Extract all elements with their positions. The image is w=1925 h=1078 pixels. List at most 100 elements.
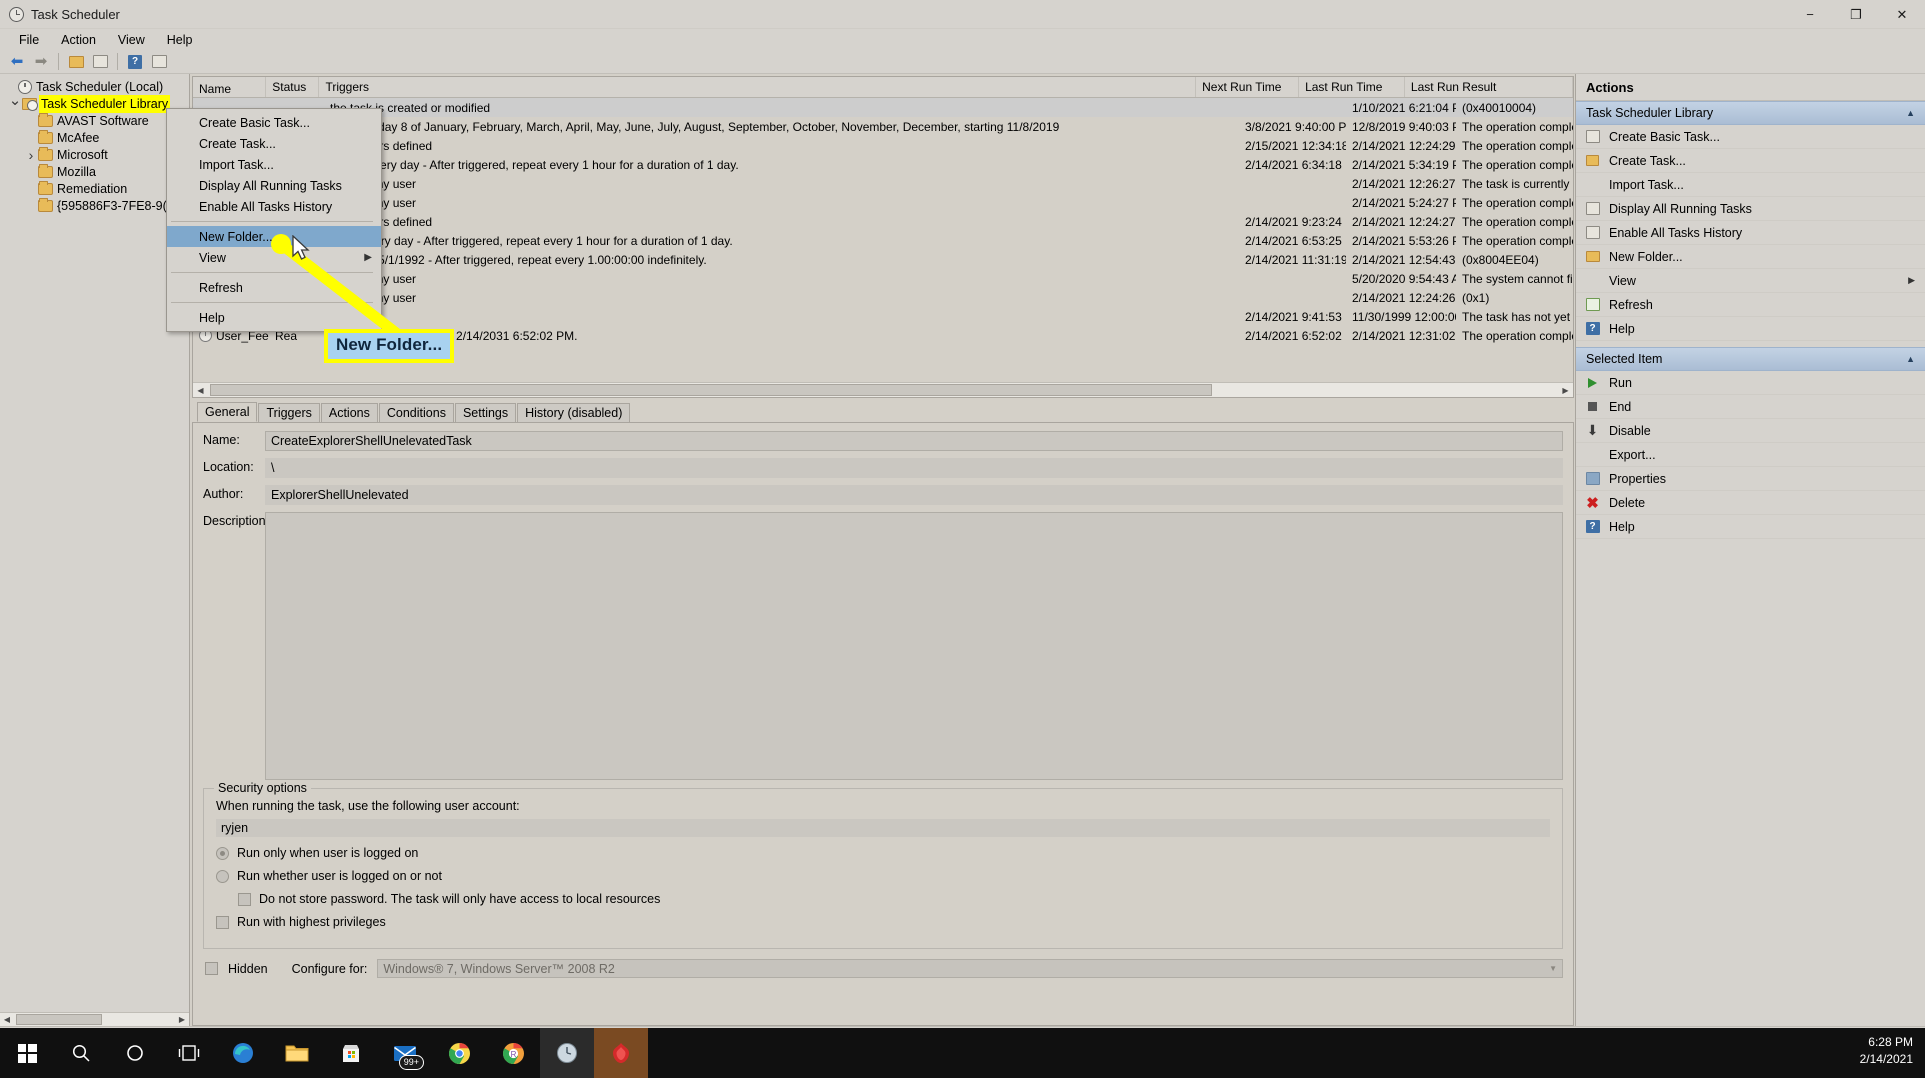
context-menu-item-refresh[interactable]: Refresh — [167, 277, 381, 298]
tree-item-task-scheduler-local[interactable]: Task Scheduler (Local) — [0, 78, 189, 95]
menu-view[interactable]: View — [107, 31, 156, 49]
tree-item-mcafee[interactable]: McAfee — [0, 129, 189, 146]
table-row[interactable]: day 2/14/2021 9:41:53 PM 11/30/1999 12:00:… — [193, 307, 1573, 326]
scroll-left-icon[interactable]: ◀ — [193, 386, 208, 395]
column-header-status[interactable]: Status — [266, 77, 320, 97]
column-header-last-run-result[interactable]: Last Run Result — [1405, 77, 1573, 97]
table-row[interactable]: g on of any user 5/20/2020 9:54:43 AM The … — [193, 269, 1573, 288]
minimize-button[interactable]: − — [1787, 0, 1833, 29]
action-refresh[interactable]: Refresh — [1576, 293, 1925, 317]
tree-horizontal-scrollbar[interactable]: ◀ ▶ — [0, 1012, 189, 1026]
tab-history[interactable]: History (disabled) — [517, 403, 631, 422]
tab-conditions[interactable]: Conditions — [378, 403, 454, 422]
context-menu-item-enable-all-tasks-history[interactable]: Enable All Tasks History — [167, 196, 381, 217]
actions-section-header-library[interactable]: Task Scheduler Library ▲ — [1576, 101, 1925, 125]
scroll-thumb[interactable] — [16, 1014, 102, 1025]
action-export[interactable]: Export... — [1576, 443, 1925, 467]
actions-section-header-selected-item[interactable]: Selected Item ▲ — [1576, 347, 1925, 371]
chevron-up-icon[interactable]: ▲ — [1906, 354, 1915, 364]
context-menu-item-create-basic-task[interactable]: Create Basic Task... — [167, 112, 381, 133]
app-icon[interactable] — [594, 1028, 648, 1078]
show-hide-action-pane-icon[interactable] — [147, 51, 171, 73]
table-row[interactable]: ple triggers defined 2/15/2021 12:34:18 A… — [193, 136, 1573, 155]
close-button[interactable]: ✕ — [1879, 0, 1925, 29]
action-enable-all-tasks-history[interactable]: Enable All Tasks History — [1576, 221, 1925, 245]
name-field[interactable]: CreateExplorerShellUnelevatedTask — [265, 431, 1563, 451]
option-run-whether-logged-on[interactable]: Run whether user is logged on or not — [216, 869, 1550, 883]
edge-icon[interactable] — [216, 1028, 270, 1078]
file-explorer-icon[interactable] — [270, 1028, 324, 1078]
mail-icon[interactable]: 99+ — [378, 1028, 432, 1078]
context-menu-item-display-all-running-tasks[interactable]: Display All Running Tasks — [167, 175, 381, 196]
action-import-task[interactable]: Import Task... — [1576, 173, 1925, 197]
back-arrow-icon[interactable]: ⬅ — [5, 51, 29, 73]
microsoft-store-icon[interactable] — [324, 1028, 378, 1078]
radio-icon[interactable] — [216, 846, 229, 860]
action-help-selected[interactable]: ? Help — [1576, 515, 1925, 539]
radio-icon[interactable] — [216, 869, 229, 883]
option-do-not-store-password[interactable]: Do not store password. The task will onl… — [238, 892, 1550, 906]
action-create-basic-task[interactable]: Create Basic Task... — [1576, 125, 1925, 149]
tree-item-task-scheduler-library[interactable]: Task Scheduler Library — [0, 94, 189, 113]
start-icon[interactable] — [0, 1028, 54, 1078]
column-header-next-run-time[interactable]: Next Run Time — [1196, 77, 1300, 97]
option-run-highest-privileges[interactable]: Run with highest privileges — [216, 915, 1550, 929]
table-row[interactable]: 0 PM on day 8 of January, February, Marc… — [193, 117, 1573, 136]
task-scheduler-icon[interactable] — [540, 1028, 594, 1078]
maximize-button[interactable]: ❐ — [1833, 0, 1879, 29]
action-properties[interactable]: Properties — [1576, 467, 1925, 491]
action-disable[interactable]: ⬇ Disable — [1576, 419, 1925, 443]
table-row[interactable]: 0 PM on 5/1/1992 - After triggered, repe… — [193, 250, 1573, 269]
action-new-folder[interactable]: New Folder... — [1576, 245, 1925, 269]
menu-file[interactable]: File — [8, 31, 50, 49]
tree-item-mozilla[interactable]: Mozilla — [0, 163, 189, 180]
description-field[interactable] — [265, 512, 1563, 780]
hidden-checkbox[interactable] — [205, 962, 218, 975]
taskbar-clock[interactable]: 6:28 PM 2/14/2021 — [1860, 1034, 1913, 1068]
table-row[interactable]: g on of any user 2/14/2021 5:24:27 PM The … — [193, 193, 1573, 212]
column-header-name[interactable]: Name — [193, 77, 267, 97]
table-row[interactable]: g on of any user 2/14/2021 12:24:26 PM (0x… — [193, 288, 1573, 307]
chrome-beta-icon[interactable]: R — [486, 1028, 540, 1078]
context-menu-item-create-task[interactable]: Create Task... — [167, 133, 381, 154]
tree-item-remediation[interactable]: Remediation — [0, 180, 189, 197]
up-folder-icon[interactable] — [64, 51, 88, 73]
action-display-all-running-tasks[interactable]: Display All Running Tasks — [1576, 197, 1925, 221]
tab-actions[interactable]: Actions — [320, 403, 378, 422]
cortana-icon[interactable] — [108, 1028, 162, 1078]
action-end[interactable]: End — [1576, 395, 1925, 419]
task-view-icon[interactable] — [162, 1028, 216, 1078]
table-row[interactable]: the task is created or modified 1/10/2021… — [193, 98, 1573, 117]
context-menu-item-help[interactable]: Help — [167, 307, 381, 328]
option-run-only-logged-on[interactable]: Run only when user is logged on — [216, 846, 1550, 860]
action-create-task[interactable]: Create Task... — [1576, 149, 1925, 173]
scroll-left-icon[interactable]: ◀ — [0, 1015, 14, 1024]
table-row[interactable]: g on of any user 2/14/2021 12:26:27 PM The… — [193, 174, 1573, 193]
table-row[interactable]: ple triggers defined 2/14/2021 9:23:24 PM… — [193, 212, 1573, 231]
scroll-thumb[interactable] — [210, 384, 1212, 396]
tab-general[interactable]: General — [197, 402, 258, 422]
chrome-icon[interactable] — [432, 1028, 486, 1078]
search-icon[interactable] — [54, 1028, 108, 1078]
checkbox-icon[interactable] — [238, 892, 251, 906]
tree-item-microsoft[interactable]: Microsoft — [0, 146, 189, 163]
task-list-horizontal-scrollbar[interactable]: ◀ ▶ — [193, 382, 1573, 397]
forward-arrow-icon[interactable]: ➡ — [29, 51, 53, 73]
menu-help[interactable]: Help — [156, 31, 204, 49]
action-view[interactable]: View ▶ — [1576, 269, 1925, 293]
action-run[interactable]: Run — [1576, 371, 1925, 395]
tab-settings[interactable]: Settings — [454, 403, 517, 422]
menu-action[interactable]: Action — [50, 31, 107, 49]
tab-triggers[interactable]: Triggers — [258, 403, 320, 422]
configure-for-select[interactable]: Windows® 7, Windows Server™ 2008 R2 ▼ — [377, 959, 1563, 978]
table-row[interactable]: 3 PM every day - After triggered, repeat… — [193, 231, 1573, 250]
action-help-library[interactable]: ? Help — [1576, 317, 1925, 341]
column-header-triggers[interactable]: Triggers — [319, 77, 1197, 97]
table-row[interactable]: 34 AM every day - After triggered, repea… — [193, 155, 1573, 174]
tree-item-guid-folder[interactable]: {595886F3-7FE8-9( — [0, 197, 189, 214]
column-header-last-run-time[interactable]: Last Run Time — [1299, 77, 1405, 97]
scroll-right-icon[interactable]: ▶ — [175, 1015, 189, 1024]
show-hide-console-tree-icon[interactable] — [88, 51, 112, 73]
checkbox-icon[interactable] — [216, 915, 229, 929]
chevron-up-icon[interactable]: ▲ — [1906, 108, 1915, 118]
